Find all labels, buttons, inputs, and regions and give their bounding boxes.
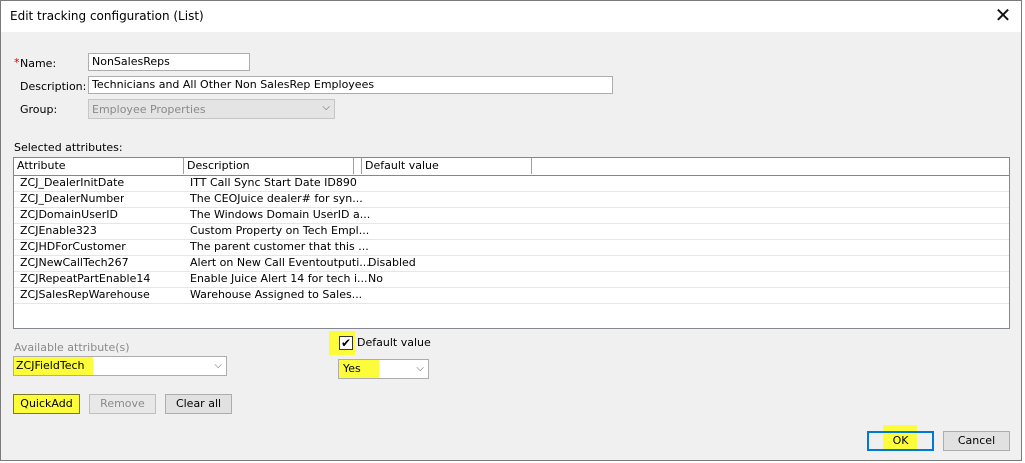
cell-description: The parent customer that this ... <box>190 240 369 253</box>
default-value-dropdown[interactable]: Yes ⌵ <box>338 359 429 379</box>
group-value: Employee Properties <box>92 103 206 116</box>
table-row[interactable]: ZCJHDForCustomer The parent customer that… <box>14 239 1009 256</box>
column-header-default-value[interactable]: Default value <box>362 158 532 174</box>
cell-attribute: ZCJRepeatPartEnable14 <box>20 272 151 285</box>
selected-attributes-grid[interactable]: Attribute Description Default value ZCJ_… <box>13 157 1010 329</box>
cell-attribute: ZCJDomainUserID <box>20 208 118 221</box>
default-value-selected: Yes <box>339 360 379 378</box>
table-row[interactable]: ZCJ_DealerNumber The CEOJuice dealer# for… <box>14 191 1009 208</box>
cell-attribute: ZCJNewCallTech267 <box>20 256 129 269</box>
close-icon[interactable]: ✕ <box>991 4 1015 28</box>
description-field[interactable]: Technicians and All Other Non SalesRep E… <box>88 76 613 94</box>
available-attributes-dropdown[interactable]: ZCJFieldTech ⌵ <box>13 356 227 376</box>
checkmark-icon: ✔ <box>340 336 352 350</box>
remove-button: Remove <box>89 394 156 414</box>
cell-attribute: ZCJ_DealerInitDate <box>20 176 125 189</box>
name-label: Name: <box>20 57 57 70</box>
default-value-checkbox[interactable]: ✔ <box>339 336 353 350</box>
table-row[interactable]: ZCJ_DealerInitDate ITT Call Sync Start Da… <box>14 175 1009 192</box>
available-attributes-label: Available attribute(s) <box>14 341 130 354</box>
chevron-down-icon: ⌵ <box>214 360 222 371</box>
table-row[interactable]: ZCJRepeatPartEnable14 Enable Juice Alert … <box>14 271 1009 288</box>
table-row[interactable]: ZCJEnable323 Custom Property on Tech Empl… <box>14 223 1009 240</box>
quickadd-button[interactable]: QuickAdd <box>13 394 80 414</box>
cell-description: The CEOJuice dealer# for syn... <box>190 192 363 205</box>
cell-description: Alert on New Call Eventoutputi... <box>190 256 370 269</box>
grid-header: Attribute Description Default value <box>14 158 1009 176</box>
required-marker: * <box>14 56 20 69</box>
table-row[interactable]: ZCJDomainUserID The Windows Domain UserID… <box>14 207 1009 224</box>
default-value-label: Default value <box>357 336 431 349</box>
cell-description: Warehouse Assigned to Sales... <box>190 288 363 301</box>
column-resize-handle[interactable] <box>354 158 362 174</box>
group-label: Group: <box>20 103 58 116</box>
cell-description: ITT Call Sync Start Date ID890 <box>190 176 357 189</box>
group-dropdown: Employee Properties ⌵ <box>88 99 335 119</box>
title-bar: Edit tracking configuration (List) ✕ <box>1 1 1021 32</box>
cell-attribute: ZCJSalesRepWarehouse <box>20 288 150 301</box>
cell-description: Custom Property on Tech Empl... <box>190 224 370 237</box>
cell-description: Enable Juice Alert 14 for tech i... <box>190 272 368 285</box>
column-header-attribute[interactable]: Attribute <box>14 158 184 174</box>
description-label: Description: <box>20 80 87 93</box>
cell-attribute: ZCJEnable323 <box>20 224 97 237</box>
column-header-description[interactable]: Description <box>184 158 354 174</box>
cell-attribute: ZCJHDForCustomer <box>20 240 126 253</box>
table-row[interactable]: ZCJNewCallTech267 Alert on New Call Event… <box>14 255 1009 272</box>
edit-tracking-dialog: Edit tracking configuration (List) ✕ * N… <box>0 0 1022 461</box>
cell-description: The Windows Domain UserID a... <box>190 208 371 221</box>
name-field[interactable]: NonSalesReps <box>88 53 250 71</box>
cell-default-value: Disabled <box>368 256 416 269</box>
ok-button[interactable]: OK <box>867 431 934 451</box>
available-attribute-value: ZCJFieldTech <box>14 357 93 375</box>
table-row[interactable]: ZCJSalesRepWarehouse Warehouse Assigned t… <box>14 287 1009 304</box>
clear-all-button[interactable]: Clear all <box>165 394 232 414</box>
chevron-down-icon: ⌵ <box>322 102 330 113</box>
cell-attribute: ZCJ_DealerNumber <box>20 192 125 205</box>
selected-attributes-label: Selected attributes: <box>14 141 123 154</box>
cell-default-value: No <box>368 272 383 285</box>
cancel-button[interactable]: Cancel <box>943 431 1010 451</box>
chevron-down-icon: ⌵ <box>416 363 424 374</box>
dialog-title: Edit tracking configuration (List) <box>10 9 204 23</box>
